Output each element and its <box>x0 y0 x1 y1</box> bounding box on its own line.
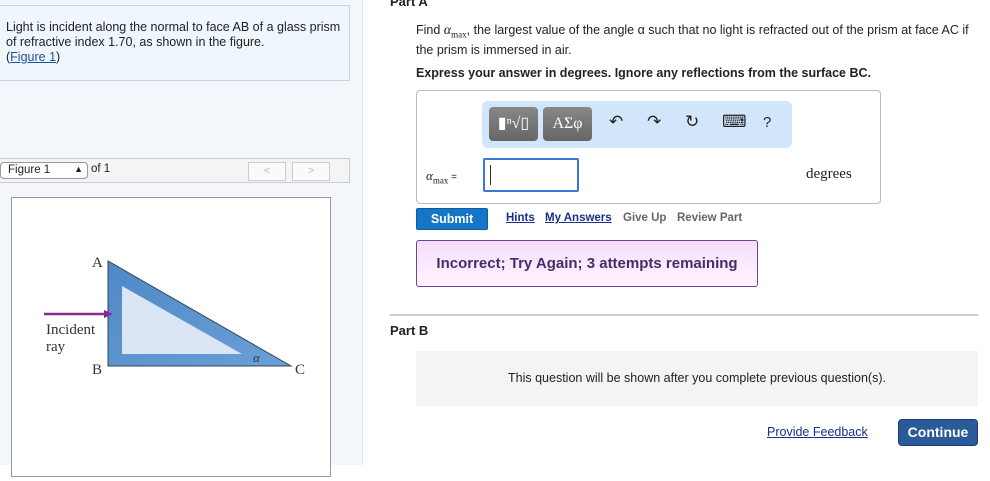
undo-icon[interactable]: ↶ <box>609 112 623 132</box>
part-b-title: Part B <box>390 323 429 338</box>
label-ray: ray <box>46 339 66 355</box>
label-a: A <box>92 255 103 271</box>
label-incident: Incident <box>46 322 96 338</box>
review-part-link[interactable]: Review Part <box>677 212 742 224</box>
greek-button[interactable]: ΑΣφ <box>543 107 592 141</box>
label-alpha: α <box>253 350 261 365</box>
problem-statement: Light is incident along the normal to fa… <box>0 5 350 81</box>
template-button[interactable]: ▮ⁿ√▯ <box>489 107 538 141</box>
units-label: degrees <box>806 166 852 182</box>
figure-image: A B C α Incident ray <box>11 197 331 477</box>
keyboard-icon[interactable]: ⌨ <box>722 112 747 132</box>
instruction: Express your answer in degrees. Ignore a… <box>416 66 872 80</box>
reset-icon[interactable]: ↻ <box>685 112 699 132</box>
give-up-link[interactable]: Give Up <box>623 212 666 224</box>
answer-label: αmax = <box>426 168 457 186</box>
provide-feedback-link[interactable]: Provide Feedback <box>767 425 868 439</box>
hints-link[interactable]: Hints <box>506 212 535 224</box>
prism-diagram: A B C α Incident ray <box>44 255 305 378</box>
feedback-message: Incorrect; Try Again; 3 attempts remaini… <box>416 240 758 287</box>
label-c: C <box>295 362 305 378</box>
figure-count: of 1 <box>91 163 111 175</box>
part-a-title: Part A <box>390 0 428 9</box>
select-arrows-icon: ▲ <box>74 164 83 174</box>
question-text: Find αmax, the largest value of the angl… <box>416 23 969 57</box>
answer-input[interactable] <box>483 158 579 192</box>
label-b: B <box>92 362 102 378</box>
help-icon[interactable]: ? <box>763 114 771 131</box>
divider <box>390 314 978 316</box>
next-figure-button[interactable]: > <box>292 162 330 181</box>
continue-button[interactable]: Continue <box>898 419 978 446</box>
my-answers-link[interactable]: My Answers <box>545 212 612 224</box>
math-toolbar: ▮ⁿ√▯ ΑΣφ ↶ ↷ ↻ ⌨ ? <box>482 101 792 148</box>
submit-button[interactable]: Submit <box>416 208 488 230</box>
locked-message: This question will be shown after you co… <box>416 351 978 406</box>
figure-link[interactable]: Figure 1 <box>10 50 56 64</box>
figure-select[interactable]: Figure 1 ▲ <box>0 162 88 179</box>
prev-figure-button[interactable]: < <box>248 162 286 181</box>
redo-icon[interactable]: ↷ <box>647 112 661 132</box>
